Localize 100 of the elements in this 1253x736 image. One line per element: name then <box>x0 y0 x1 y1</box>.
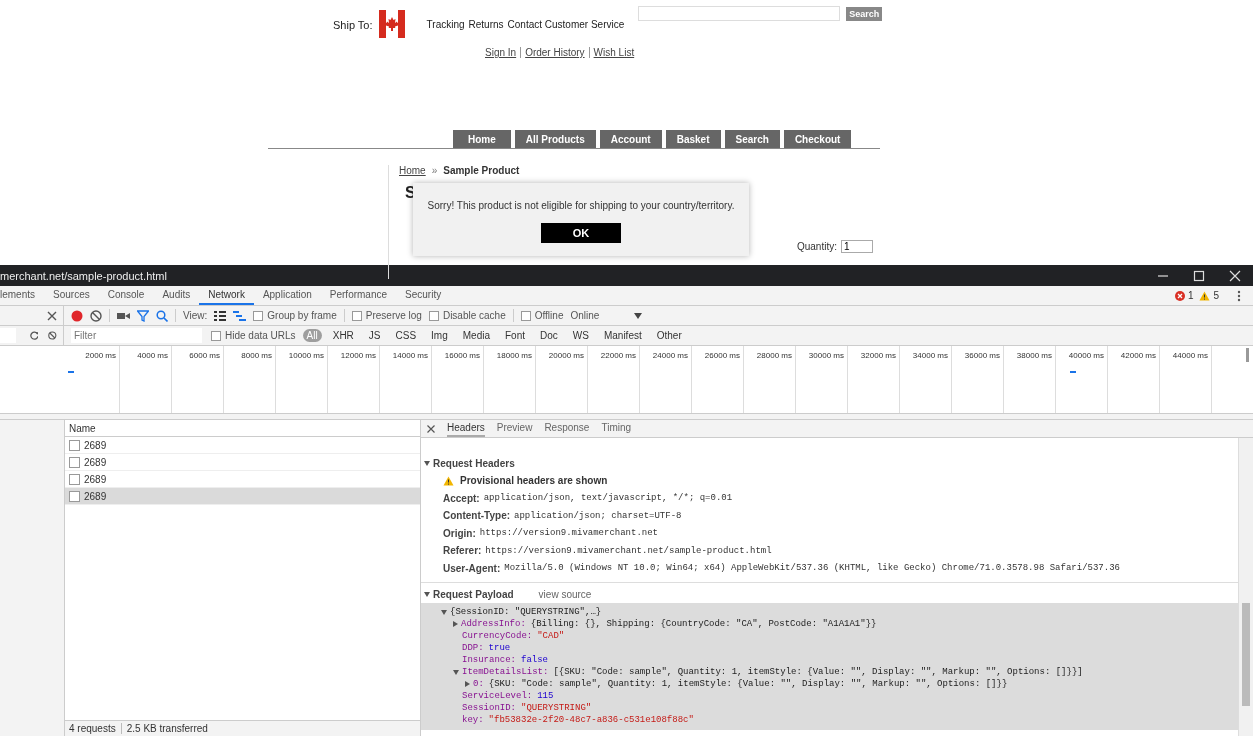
nav-tab[interactable]: All Products <box>514 130 596 148</box>
detail-tab[interactable]: Response <box>544 420 590 437</box>
search-button[interactable]: Search <box>846 7 883 21</box>
warning-icon <box>1199 290 1211 301</box>
expand-toggle-icon[interactable] <box>465 681 470 687</box>
property-value: true <box>488 643 511 653</box>
quantity-field[interactable]: 1 <box>841 240 873 253</box>
expand-toggle-icon[interactable] <box>453 621 458 627</box>
header-link[interactable]: Contact Customer Service <box>507 19 625 30</box>
header-name: Origin: <box>443 527 476 539</box>
header-link[interactable]: Tracking <box>426 19 465 30</box>
type-filter[interactable]: Other <box>652 329 686 342</box>
search-icon[interactable] <box>156 309 168 322</box>
panel-tab[interactable]: Sources <box>44 286 99 305</box>
checkbox[interactable] <box>428 310 439 321</box>
checkbox[interactable] <box>520 310 531 321</box>
type-filter[interactable]: XHR <box>328 329 358 342</box>
expand-toggle-icon[interactable] <box>441 609 447 615</box>
checkbox[interactable] <box>253 310 264 321</box>
checkbox-option[interactable]: Disable cache <box>428 310 506 321</box>
panel-tab[interactable]: Performance <box>320 286 397 305</box>
section-title[interactable]: Request Payload <box>433 588 514 600</box>
request-row[interactable]: 2689 <box>65 488 420 505</box>
checkbox[interactable] <box>211 330 221 341</box>
breadcrumb-separator: » <box>431 165 438 176</box>
type-filter[interactable]: CSS <box>391 329 421 342</box>
panel-tab[interactable]: Security <box>396 286 451 305</box>
tick-label: 34000 ms <box>912 351 948 360</box>
nav-tab[interactable]: Home <box>453 130 511 148</box>
panel-tab[interactable]: Audits <box>153 286 200 305</box>
tick-label: 24000 ms <box>652 351 688 360</box>
panel-tab[interactable]: Console <box>98 286 154 305</box>
view-source-link[interactable]: view source <box>538 588 592 600</box>
tick-label: 4000 ms <box>137 351 168 360</box>
nav-tab[interactable]: Basket <box>665 130 721 148</box>
property-value: "QUERYSTRING" <box>521 703 592 713</box>
clear-icon[interactable] <box>90 309 102 322</box>
maximize-icon[interactable] <box>1193 269 1205 282</box>
request-row[interactable]: 2689 <box>65 454 420 471</box>
detail-tab[interactable]: Headers <box>447 420 485 437</box>
close-icon[interactable] <box>427 424 435 433</box>
list-view-icon[interactable] <box>214 310 227 321</box>
scrollbar[interactable] <box>1238 438 1253 736</box>
type-filter[interactable]: WS <box>568 329 593 342</box>
property-value: [{SKU: "Code: sample", Quantity: 1, itemStyle: {Value: "", Display: "", Markup: "", Options: []}}] <box>553 667 1083 677</box>
request-row[interactable]: 2689 <box>65 437 420 454</box>
header-link[interactable]: Returns <box>468 19 504 30</box>
tick-label: 10000 ms <box>288 351 324 360</box>
type-filter[interactable]: JS <box>364 329 385 342</box>
property-key: ItemDetailsList: <box>462 667 549 677</box>
type-filter[interactable]: Img <box>427 329 452 342</box>
scrollbar[interactable] <box>1246 348 1249 362</box>
view-label: View: <box>183 310 208 321</box>
close-icon[interactable] <box>47 310 57 321</box>
checkbox-option[interactable]: Preserve log <box>351 310 422 321</box>
notice-text: Provisional headers are shown <box>460 475 608 487</box>
search-field[interactable] <box>638 6 841 21</box>
checkbox-option[interactable]: Group by frame <box>253 310 337 321</box>
tick-label: 20000 ms <box>548 351 584 360</box>
property-key: Insurance: <box>462 655 516 665</box>
panel-tab[interactable]: lements <box>0 286 44 305</box>
ok-button[interactable]: OK <box>541 223 621 243</box>
record-icon[interactable] <box>71 309 83 322</box>
dropdown-caret-icon[interactable] <box>634 312 643 319</box>
checkbox-option[interactable]: Offline <box>520 310 564 321</box>
block-icon[interactable] <box>48 330 57 341</box>
filter-field[interactable]: Filter <box>71 328 202 343</box>
throttle-dropdown[interactable]: Online <box>570 310 600 321</box>
type-filter[interactable]: Font <box>501 329 529 342</box>
reload-icon[interactable] <box>29 330 39 341</box>
waterfall-icon[interactable] <box>233 310 247 321</box>
checkbox-option[interactable]: Hide data URLs <box>211 330 296 341</box>
flag-icon[interactable] <box>378 10 405 38</box>
type-filter[interactable]: Media <box>458 329 494 342</box>
checkbox[interactable] <box>351 310 362 321</box>
detail-tab[interactable]: Preview <box>496 420 533 437</box>
nav-tab[interactable]: Checkout <box>783 130 852 148</box>
tick-label: 36000 ms <box>964 351 1000 360</box>
expand-toggle-icon[interactable] <box>424 591 430 597</box>
nav-tab[interactable]: Account <box>599 130 662 148</box>
type-filter[interactable]: Doc <box>536 329 562 342</box>
detail-tab[interactable]: Timing <box>601 420 632 437</box>
error-icon <box>1174 290 1185 301</box>
tick-label: 26000 ms <box>704 351 740 360</box>
request-name: 2689 <box>84 473 107 485</box>
more-options-icon[interactable] <box>1237 289 1241 302</box>
type-filter[interactable]: Manifest <box>599 329 646 342</box>
account-link[interactable]: Order History <box>520 47 585 58</box>
section-title[interactable]: Request Headers <box>433 457 515 469</box>
expand-toggle-icon[interactable] <box>453 669 459 675</box>
breadcrumb-link[interactable]: Home <box>399 165 426 176</box>
account-link[interactable]: Sign In <box>485 47 517 58</box>
property-key: DDP: <box>462 643 484 653</box>
video-camera-icon[interactable] <box>117 310 130 321</box>
tick-label: 18000 ms <box>496 351 532 360</box>
panel-tab[interactable]: Application <box>253 286 321 305</box>
filter-icon[interactable] <box>137 309 149 322</box>
account-link[interactable]: Wish List <box>588 47 635 58</box>
expand-toggle-icon[interactable] <box>424 460 430 466</box>
nav-tab[interactable]: Search <box>724 130 780 148</box>
